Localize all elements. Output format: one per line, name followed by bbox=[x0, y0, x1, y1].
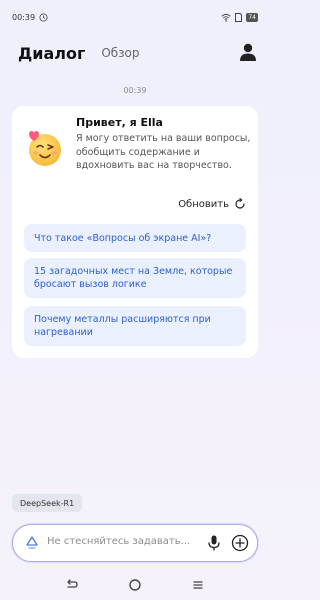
suggestion-item[interactable]: Что такое «Вопросы об экране AI»? bbox=[24, 224, 246, 252]
suggestion-item[interactable]: Почему металлы расширяются при нагревани… bbox=[24, 306, 246, 346]
chat-timestamp: 00:39 bbox=[123, 86, 147, 95]
assistant-logo-icon bbox=[26, 536, 38, 549]
home-icon[interactable] bbox=[128, 578, 142, 592]
menu-icon[interactable] bbox=[191, 578, 205, 592]
clock-status-icon bbox=[39, 12, 48, 22]
sim-icon bbox=[235, 12, 243, 22]
smiling-face-icon bbox=[29, 131, 61, 166]
suggestion-text: Что такое «Вопросы об экране AI»? bbox=[34, 232, 212, 244]
suggestion-text: 15 загадочных мест на Земле, которые бро… bbox=[34, 266, 233, 290]
refresh-label: Обновить bbox=[178, 198, 229, 210]
chat-input-placeholder[interactable]: Не стесняйтесь задавать... bbox=[47, 536, 190, 547]
suggestion-text: Почему металлы расширяются при нагревани… bbox=[34, 314, 211, 338]
battery-icon: 74 bbox=[246, 12, 258, 22]
model-selector-chip[interactable]: DeepSeek-R1 bbox=[12, 494, 83, 512]
person-icon[interactable] bbox=[238, 42, 258, 62]
system-nav-bar bbox=[0, 570, 270, 600]
microphone-icon[interactable] bbox=[205, 534, 223, 552]
plus-circle-icon[interactable] bbox=[231, 534, 249, 552]
refresh-icon bbox=[235, 198, 245, 209]
greeting-title: Привет, я Ella bbox=[76, 116, 163, 129]
status-bar: 00:39 74 bbox=[0, 0, 270, 34]
suggestion-item[interactable]: 15 загадочных мест на Земле, которые бро… bbox=[24, 258, 246, 298]
greeting-body: Я могу ответить на ваши вопросы, обобщит… bbox=[76, 133, 251, 171]
header: Диалог Обзор bbox=[18, 40, 258, 66]
chat-input-bar[interactable]: Не стесняйтесь задавать... bbox=[12, 524, 258, 562]
greeting-card: Привет, я Ella Я могу ответить на ваши в… bbox=[12, 106, 258, 358]
status-time: 00:39 bbox=[12, 12, 36, 22]
wifi-icon bbox=[221, 13, 231, 22]
status-right: 74 bbox=[221, 12, 258, 22]
refresh-button[interactable]: Обновить bbox=[178, 198, 246, 210]
tab-overview[interactable]: Обзор bbox=[101, 46, 139, 60]
status-left: 00:39 bbox=[12, 13, 48, 22]
back-icon[interactable] bbox=[65, 578, 79, 592]
tab-dialog[interactable]: Диалог bbox=[18, 44, 85, 63]
